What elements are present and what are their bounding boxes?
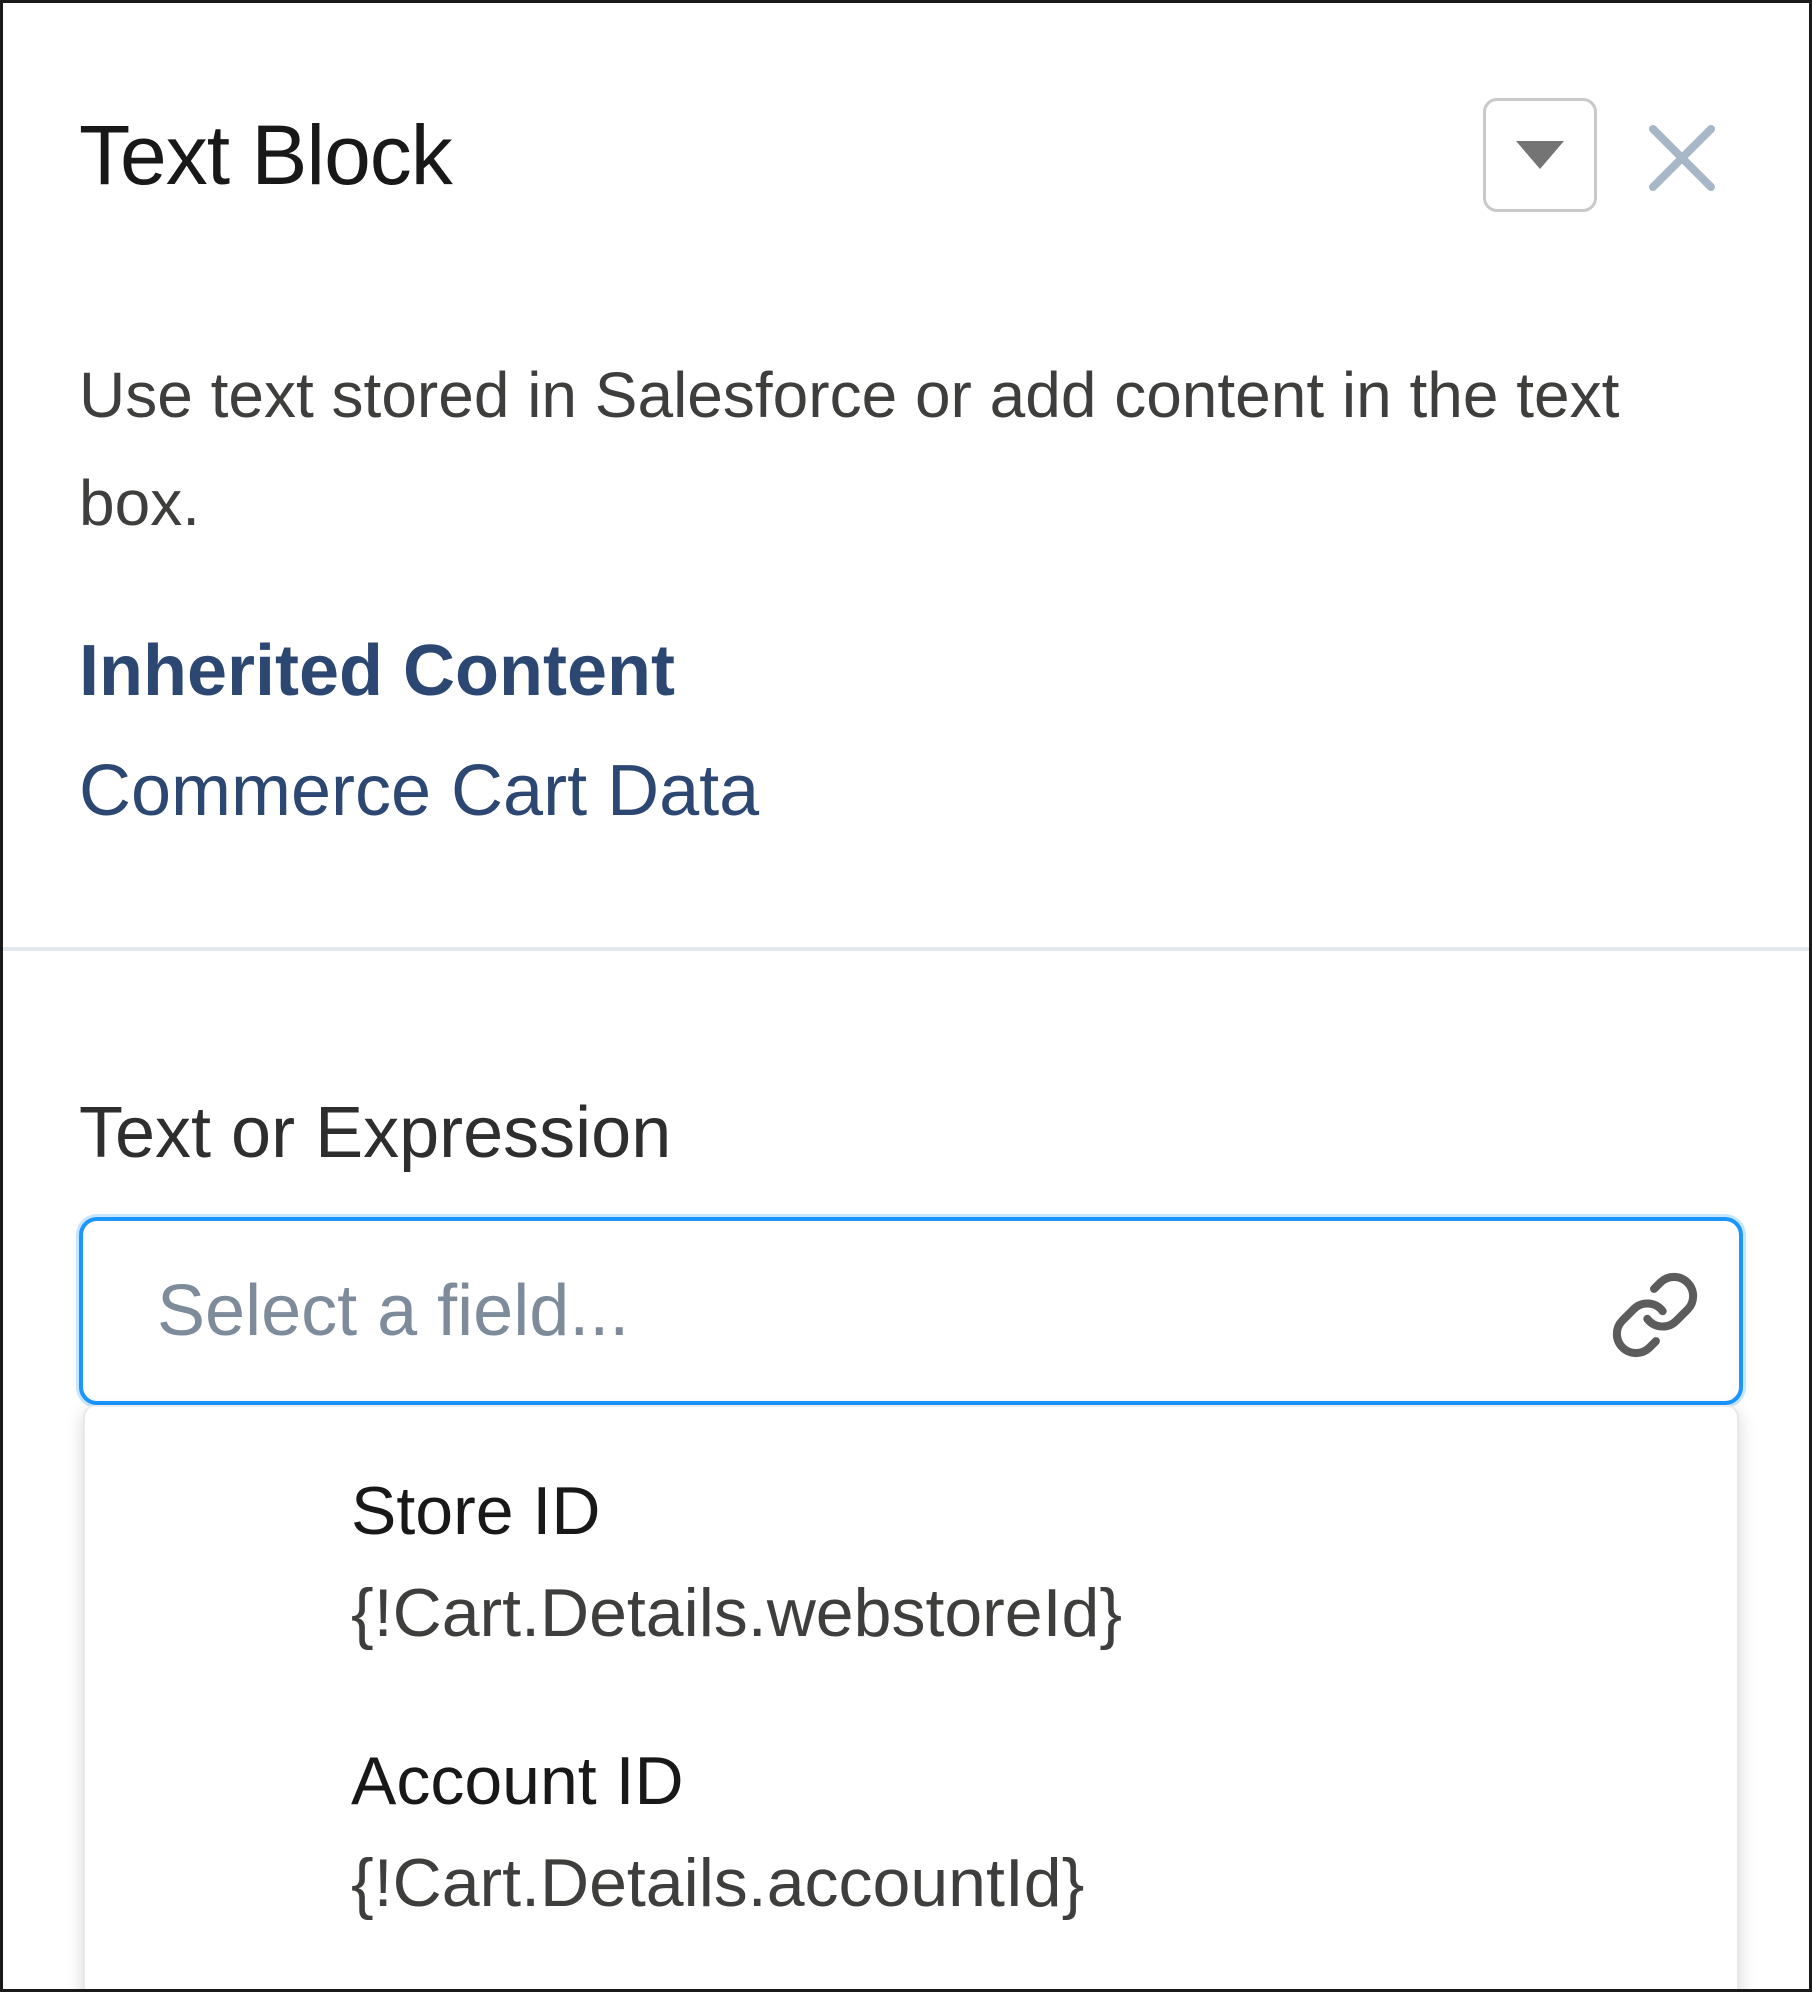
panel-description: Use text stored in Salesforce or add con… — [79, 359, 1620, 539]
field-options-dropdown: Store ID {!Cart.Details.webstoreId} Acco… — [83, 1405, 1739, 1989]
inherited-content-heading: Inherited Content — [79, 631, 675, 711]
panel-menu-button[interactable] — [1483, 98, 1597, 212]
panel-title: Text Block — [79, 108, 453, 202]
text-or-expression-field[interactable] — [79, 1217, 1743, 1405]
dropdown-option[interactable]: Store ID {!Cart.Details.webstoreId} — [85, 1477, 1737, 1717]
option-label: Account ID — [351, 1743, 684, 1819]
text-or-expression-input[interactable] — [157, 1221, 1537, 1401]
dropdown-option[interactable]: Account ID {!Cart.Details.accountId} — [85, 1747, 1737, 1987]
text-block-panel: Text Block Use text stored in Salesforce… — [0, 0, 1812, 1992]
text-or-expression-label: Text or Expression — [79, 1093, 672, 1173]
chevron-down-icon — [1516, 141, 1564, 169]
option-expression: {!Cart.Details.webstoreId} — [351, 1575, 1123, 1651]
section-divider — [3, 947, 1809, 951]
insert-field-button[interactable] — [1609, 1269, 1701, 1361]
option-label: Store ID — [351, 1473, 601, 1549]
link-icon — [1612, 1272, 1698, 1358]
option-expression: {!Cart.Details.accountId} — [351, 1845, 1085, 1921]
close-button[interactable] — [1641, 117, 1723, 199]
inherited-content-value: Commerce Cart Data — [79, 751, 760, 831]
close-icon — [1649, 125, 1715, 191]
panel-header: Text Block — [3, 3, 1809, 303]
